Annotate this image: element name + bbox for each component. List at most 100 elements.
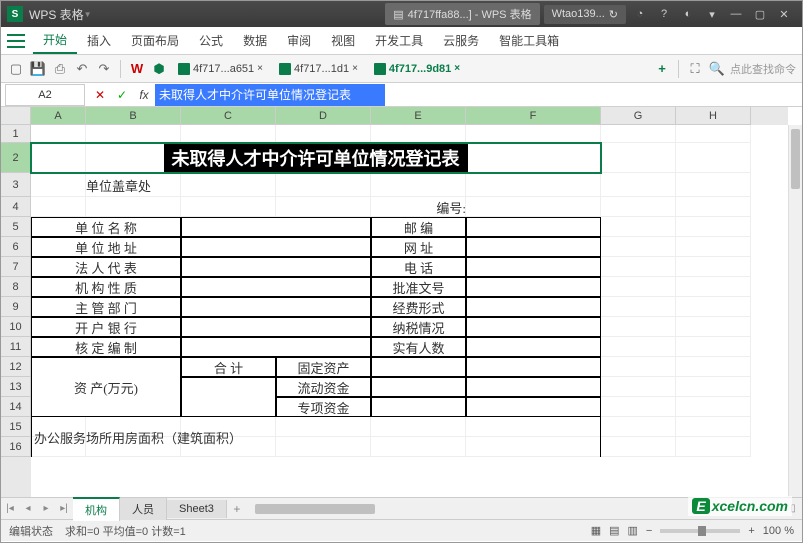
total-value[interactable] xyxy=(181,377,276,417)
label-right-8[interactable]: 批准文号 xyxy=(371,277,466,297)
cell[interactable] xyxy=(676,397,751,417)
menu-cloud[interactable]: 云服务 xyxy=(433,28,489,53)
cell[interactable] xyxy=(601,125,676,143)
value-right-11[interactable] xyxy=(466,337,601,357)
search-icon[interactable]: 🔍 xyxy=(708,60,726,78)
cell[interactable] xyxy=(676,317,751,337)
value-left-6[interactable] xyxy=(181,237,371,257)
cell[interactable] xyxy=(601,257,676,277)
redo-icon[interactable]: ↷ xyxy=(95,60,113,78)
doc-tab-0[interactable]: ▤ 4f717ffa88...] - WPS 表格 xyxy=(385,3,539,25)
cell[interactable] xyxy=(371,125,466,143)
formula-cancel-icon[interactable]: ✕ xyxy=(89,88,111,102)
cell[interactable] xyxy=(601,217,676,237)
special-value2[interactable] xyxy=(466,397,601,417)
cell[interactable] xyxy=(676,143,751,173)
sheet-tab-2[interactable]: Sheet3 xyxy=(167,500,227,518)
zoom-level[interactable]: 100 % xyxy=(763,525,794,537)
value-right-7[interactable] xyxy=(466,257,601,277)
col-header-d[interactable]: D xyxy=(276,107,371,125)
formula-confirm-icon[interactable]: ✓ xyxy=(111,88,133,102)
total-label[interactable]: 合 计 xyxy=(181,357,276,377)
close-icon[interactable]: × xyxy=(352,63,358,74)
cell[interactable] xyxy=(676,125,751,143)
zoom-knob[interactable] xyxy=(698,526,706,536)
scrollbar-thumb[interactable] xyxy=(255,504,375,514)
col-header-b[interactable]: B xyxy=(86,107,181,125)
value-left-7[interactable] xyxy=(181,257,371,277)
cell[interactable] xyxy=(181,173,276,197)
cell[interactable] xyxy=(276,125,371,143)
grid[interactable]: 未取得人才中介许可单位情况登记表单位盖章处编号:单 位 名 称邮 编单 位 地 … xyxy=(31,125,788,497)
fx-icon[interactable]: fx xyxy=(133,88,155,102)
assets-label[interactable]: 资 产(万元) xyxy=(31,357,181,417)
menu-formula[interactable]: 公式 xyxy=(189,28,233,53)
label-left-7[interactable]: 法 人 代 表 xyxy=(31,257,181,277)
value-left-10[interactable] xyxy=(181,317,371,337)
office-area-label[interactable]: 办公服务场所用房面积（建筑面积） xyxy=(31,417,601,457)
value-right-5[interactable] xyxy=(466,217,601,237)
menu-review[interactable]: 审阅 xyxy=(277,28,321,53)
zoom-in-icon[interactable]: + xyxy=(748,525,754,537)
sheet-nav-next-icon[interactable]: ▸ xyxy=(37,503,55,514)
cell[interactable] xyxy=(601,173,676,197)
liquid-value[interactable] xyxy=(371,377,466,397)
cell[interactable] xyxy=(676,237,751,257)
sheet-nav-prev-icon[interactable]: ◂ xyxy=(19,503,37,514)
fixed-label[interactable]: 固定资产 xyxy=(276,357,371,377)
label-left-10[interactable]: 开 户 银 行 xyxy=(31,317,181,337)
cell[interactable] xyxy=(676,257,751,277)
menu-devtools[interactable]: 开发工具 xyxy=(365,28,433,53)
value-left-11[interactable] xyxy=(181,337,371,357)
label-left-11[interactable]: 核 定 编 制 xyxy=(31,337,181,357)
label-right-10[interactable]: 纳税情况 xyxy=(371,317,466,337)
label-right-9[interactable]: 经费形式 xyxy=(371,297,466,317)
cell[interactable] xyxy=(276,197,371,217)
fullscreen-icon[interactable]: ⛶ xyxy=(686,60,704,78)
row-header-8[interactable]: 8 xyxy=(1,277,31,297)
cell[interactable] xyxy=(31,197,86,217)
wps-icon[interactable]: W xyxy=(128,60,146,78)
col-header-c[interactable]: C xyxy=(181,107,276,125)
formula-input[interactable]: 未取得人才中介许可单位情况登记表 xyxy=(155,84,385,106)
view-page-icon[interactable]: ▤ xyxy=(609,524,619,537)
row-header-4[interactable]: 4 xyxy=(1,197,31,217)
cell[interactable] xyxy=(181,125,276,143)
row-header-3[interactable]: 3 xyxy=(1,173,31,197)
cell[interactable] xyxy=(601,317,676,337)
row-header-1[interactable]: 1 xyxy=(1,125,31,143)
special-label[interactable]: 专项资金 xyxy=(276,397,371,417)
label-right-6[interactable]: 网 址 xyxy=(371,237,466,257)
cell[interactable] xyxy=(31,125,86,143)
close-icon[interactable]: × xyxy=(454,63,460,74)
add-tab-icon[interactable]: + xyxy=(653,60,671,78)
minimize-icon[interactable]: — xyxy=(726,4,746,24)
row-header-15[interactable]: 15 xyxy=(1,417,31,437)
cell[interactable] xyxy=(601,197,676,217)
new-icon[interactable]: ▢ xyxy=(7,60,25,78)
cube-icon[interactable]: ⬢ xyxy=(150,60,168,78)
row-header-9[interactable]: 9 xyxy=(1,297,31,317)
main-menu-icon[interactable] xyxy=(7,34,25,48)
menu-insert[interactable]: 插入 xyxy=(77,28,121,53)
add-sheet-icon[interactable]: + xyxy=(227,502,247,516)
serial-label[interactable]: 编号: xyxy=(371,197,466,217)
cell[interactable] xyxy=(601,337,676,357)
sheet-nav-last-icon[interactable]: ▸| xyxy=(55,503,73,514)
fixed-value[interactable] xyxy=(371,357,466,377)
undo-icon[interactable]: ↶ xyxy=(73,60,91,78)
cell[interactable] xyxy=(676,277,751,297)
row-header-11[interactable]: 11 xyxy=(1,337,31,357)
cell[interactable] xyxy=(371,173,466,197)
print-icon[interactable]: ⎙ xyxy=(51,60,69,78)
menu-view[interactable]: 视图 xyxy=(321,28,365,53)
cell[interactable] xyxy=(86,197,181,217)
scrollbar-thumb[interactable] xyxy=(791,129,800,189)
cell[interactable] xyxy=(601,277,676,297)
cell[interactable] xyxy=(466,197,601,217)
close-icon[interactable]: ✕ xyxy=(774,4,794,24)
cell[interactable] xyxy=(601,237,676,257)
zoom-out-icon[interactable]: − xyxy=(646,525,652,537)
label-right-7[interactable]: 电 话 xyxy=(371,257,466,277)
view-break-icon[interactable]: ▥ xyxy=(628,524,638,537)
